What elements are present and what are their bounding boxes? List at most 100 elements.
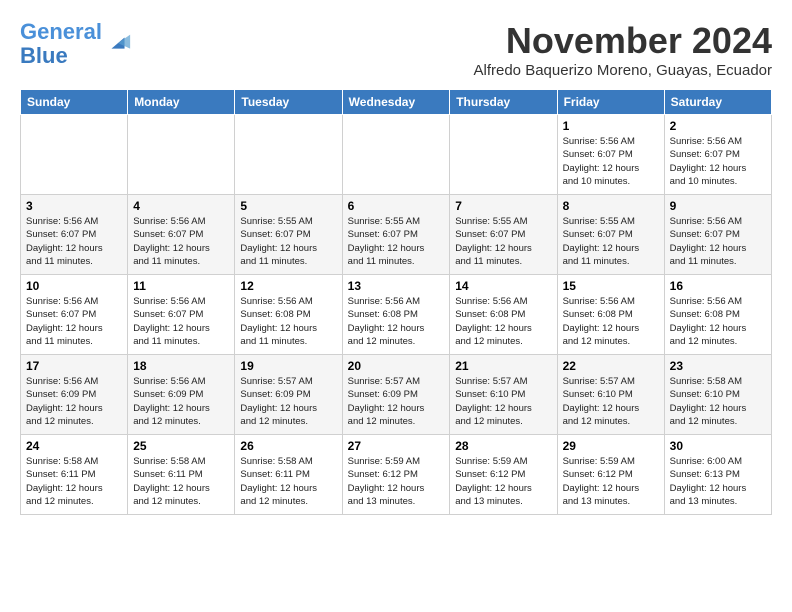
day-info: Sunrise: 5:56 AM Sunset: 6:07 PM Dayligh…: [670, 215, 766, 268]
day-info: Sunrise: 5:56 AM Sunset: 6:07 PM Dayligh…: [26, 295, 122, 348]
calendar-day-cell: 17 Sunrise: 5:56 AM Sunset: 6:09 PM Dayli…: [21, 355, 128, 435]
day-info: Sunrise: 5:56 AM Sunset: 6:07 PM Dayligh…: [670, 135, 766, 188]
calendar-day-cell: 16 Sunrise: 5:56 AM Sunset: 6:08 PM Dayli…: [664, 275, 771, 355]
calendar-day-cell: 24 Sunrise: 5:58 AM Sunset: 6:11 PM Dayli…: [21, 435, 128, 515]
day-info: Sunrise: 5:58 AM Sunset: 6:11 PM Dayligh…: [26, 455, 122, 508]
weekday-header-cell: Saturday: [664, 90, 771, 115]
calendar-week-row: 24 Sunrise: 5:58 AM Sunset: 6:11 PM Dayli…: [21, 435, 772, 515]
day-number: 16: [670, 279, 766, 293]
calendar-day-cell: 6 Sunrise: 5:55 AM Sunset: 6:07 PM Daylig…: [342, 195, 450, 275]
day-info: Sunrise: 5:59 AM Sunset: 6:12 PM Dayligh…: [348, 455, 445, 508]
calendar-week-row: 17 Sunrise: 5:56 AM Sunset: 6:09 PM Dayli…: [21, 355, 772, 435]
calendar-day-cell: [21, 115, 128, 195]
day-number: 6: [348, 199, 445, 213]
calendar-day-cell: 18 Sunrise: 5:56 AM Sunset: 6:09 PM Dayli…: [128, 355, 235, 435]
day-number: 13: [348, 279, 445, 293]
day-info: Sunrise: 5:55 AM Sunset: 6:07 PM Dayligh…: [563, 215, 659, 268]
calendar-day-cell: 12 Sunrise: 5:56 AM Sunset: 6:08 PM Dayli…: [235, 275, 342, 355]
day-number: 17: [26, 359, 122, 373]
day-info: Sunrise: 5:56 AM Sunset: 6:07 PM Dayligh…: [26, 215, 122, 268]
day-number: 19: [240, 359, 336, 373]
weekday-header-cell: Monday: [128, 90, 235, 115]
title-section: November 2024 Alfredo Baquerizo Moreno, …: [474, 20, 773, 79]
day-info: Sunrise: 5:58 AM Sunset: 6:11 PM Dayligh…: [133, 455, 229, 508]
calendar-day-cell: 25 Sunrise: 5:58 AM Sunset: 6:11 PM Dayli…: [128, 435, 235, 515]
day-info: Sunrise: 5:56 AM Sunset: 6:07 PM Dayligh…: [133, 215, 229, 268]
month-title: November 2024: [474, 20, 773, 62]
calendar-day-cell: 22 Sunrise: 5:57 AM Sunset: 6:10 PM Dayli…: [557, 355, 664, 435]
day-number: 11: [133, 279, 229, 293]
day-number: 8: [563, 199, 659, 213]
day-number: 29: [563, 439, 659, 453]
day-number: 7: [455, 199, 551, 213]
calendar-day-cell: 2 Sunrise: 5:56 AM Sunset: 6:07 PM Daylig…: [664, 115, 771, 195]
day-info: Sunrise: 5:59 AM Sunset: 6:12 PM Dayligh…: [455, 455, 551, 508]
day-info: Sunrise: 5:56 AM Sunset: 6:07 PM Dayligh…: [563, 135, 659, 188]
calendar-day-cell: 28 Sunrise: 5:59 AM Sunset: 6:12 PM Dayli…: [450, 435, 557, 515]
calendar-body: 1 Sunrise: 5:56 AM Sunset: 6:07 PM Daylig…: [21, 115, 772, 515]
day-number: 21: [455, 359, 551, 373]
day-number: 1: [563, 119, 659, 133]
day-info: Sunrise: 5:57 AM Sunset: 6:09 PM Dayligh…: [348, 375, 445, 428]
weekday-header-cell: Sunday: [21, 90, 128, 115]
calendar-day-cell: 7 Sunrise: 5:55 AM Sunset: 6:07 PM Daylig…: [450, 195, 557, 275]
day-number: 9: [670, 199, 766, 213]
calendar-day-cell: 10 Sunrise: 5:56 AM Sunset: 6:07 PM Dayli…: [21, 275, 128, 355]
calendar-day-cell: 1 Sunrise: 5:56 AM Sunset: 6:07 PM Daylig…: [557, 115, 664, 195]
day-number: 24: [26, 439, 122, 453]
weekday-header-cell: Wednesday: [342, 90, 450, 115]
calendar-day-cell: 14Sunrise: 5:56 AM Sunset: 6:08 PM Dayli…: [450, 275, 557, 355]
calendar-day-cell: 21 Sunrise: 5:57 AM Sunset: 6:10 PM Dayli…: [450, 355, 557, 435]
day-info: Sunrise: 5:56 AM Sunset: 6:09 PM Dayligh…: [133, 375, 229, 428]
day-info: Sunrise: 5:55 AM Sunset: 6:07 PM Dayligh…: [455, 215, 551, 268]
day-info: Sunrise: 5:56 AM Sunset: 6:07 PM Dayligh…: [133, 295, 229, 348]
day-number: 25: [133, 439, 229, 453]
calendar-day-cell: 23 Sunrise: 5:58 AM Sunset: 6:10 PM Dayli…: [664, 355, 771, 435]
logo-icon: [104, 30, 132, 58]
header: GeneralBlue November 2024 Alfredo Baquer…: [20, 20, 772, 79]
logo: GeneralBlue: [20, 20, 132, 68]
day-number: 28: [455, 439, 551, 453]
day-number: 18: [133, 359, 229, 373]
calendar-week-row: 10 Sunrise: 5:56 AM Sunset: 6:07 PM Dayli…: [21, 275, 772, 355]
day-number: 4: [133, 199, 229, 213]
location-title: Alfredo Baquerizo Moreno, Guayas, Ecuado…: [474, 62, 773, 79]
calendar-day-cell: 3 Sunrise: 5:56 AM Sunset: 6:07 PM Daylig…: [21, 195, 128, 275]
weekday-header-cell: Friday: [557, 90, 664, 115]
calendar-day-cell: [235, 115, 342, 195]
weekday-header-cell: Tuesday: [235, 90, 342, 115]
calendar-day-cell: 30Sunrise: 6:00 AM Sunset: 6:13 PM Dayli…: [664, 435, 771, 515]
day-number: 12: [240, 279, 336, 293]
calendar-day-cell: 27 Sunrise: 5:59 AM Sunset: 6:12 PM Dayli…: [342, 435, 450, 515]
day-info: Sunrise: 5:56 AM Sunset: 6:08 PM Dayligh…: [563, 295, 659, 348]
day-info: Sunrise: 5:56 AM Sunset: 6:08 PM Dayligh…: [455, 295, 551, 348]
calendar-day-cell: 20 Sunrise: 5:57 AM Sunset: 6:09 PM Dayli…: [342, 355, 450, 435]
day-number: 2: [670, 119, 766, 133]
day-number: 27: [348, 439, 445, 453]
day-info: Sunrise: 5:57 AM Sunset: 6:09 PM Dayligh…: [240, 375, 336, 428]
day-info: Sunrise: 5:56 AM Sunset: 6:08 PM Dayligh…: [240, 295, 336, 348]
day-info: Sunrise: 5:56 AM Sunset: 6:08 PM Dayligh…: [348, 295, 445, 348]
day-info: Sunrise: 5:58 AM Sunset: 6:10 PM Dayligh…: [670, 375, 766, 428]
day-info: Sunrise: 5:56 AM Sunset: 6:08 PM Dayligh…: [670, 295, 766, 348]
day-info: Sunrise: 5:56 AM Sunset: 6:09 PM Dayligh…: [26, 375, 122, 428]
day-info: Sunrise: 5:57 AM Sunset: 6:10 PM Dayligh…: [455, 375, 551, 428]
day-number: 3: [26, 199, 122, 213]
calendar-day-cell: 8 Sunrise: 5:55 AM Sunset: 6:07 PM Daylig…: [557, 195, 664, 275]
calendar-week-row: 3 Sunrise: 5:56 AM Sunset: 6:07 PM Daylig…: [21, 195, 772, 275]
calendar-day-cell: 19 Sunrise: 5:57 AM Sunset: 6:09 PM Dayli…: [235, 355, 342, 435]
day-number: 5: [240, 199, 336, 213]
calendar-day-cell: 26Sunrise: 5:58 AM Sunset: 6:11 PM Dayli…: [235, 435, 342, 515]
day-info: Sunrise: 5:57 AM Sunset: 6:10 PM Dayligh…: [563, 375, 659, 428]
day-number: 22: [563, 359, 659, 373]
calendar-day-cell: [128, 115, 235, 195]
calendar-day-cell: 13 Sunrise: 5:56 AM Sunset: 6:08 PM Dayli…: [342, 275, 450, 355]
day-number: 23: [670, 359, 766, 373]
day-number: 10: [26, 279, 122, 293]
logo-text: GeneralBlue: [20, 20, 102, 68]
day-info: Sunrise: 5:55 AM Sunset: 6:07 PM Dayligh…: [348, 215, 445, 268]
calendar-day-cell: [450, 115, 557, 195]
day-info: Sunrise: 5:59 AM Sunset: 6:12 PM Dayligh…: [563, 455, 659, 508]
calendar-day-cell: 9 Sunrise: 5:56 AM Sunset: 6:07 PM Daylig…: [664, 195, 771, 275]
day-number: 20: [348, 359, 445, 373]
